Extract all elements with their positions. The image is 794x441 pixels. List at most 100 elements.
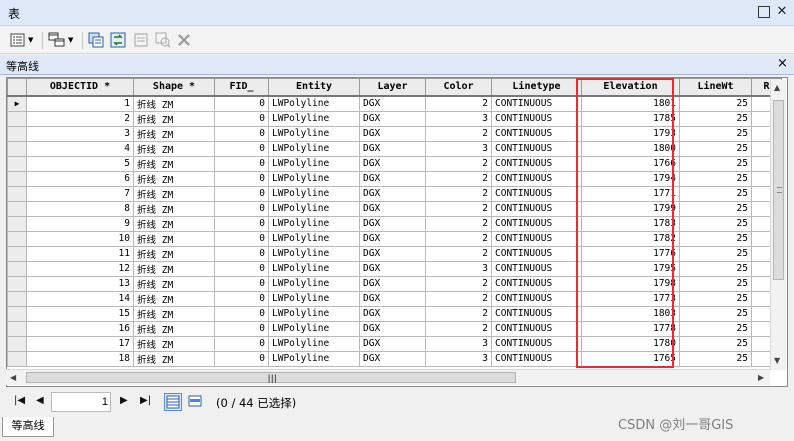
table-cell[interactable]: 2 <box>425 305 492 322</box>
table-cell[interactable]: LWPolyline <box>268 125 360 142</box>
table-cell[interactable]: 1801 <box>581 95 680 112</box>
table-cell[interactable]: 15 <box>26 305 134 322</box>
table-cell[interactable]: CONTINUOUS <box>491 200 582 217</box>
table-cell[interactable]: DGX <box>359 305 426 322</box>
horizontal-scrollbar[interactable]: ◀ ┃┃┃ ▶ <box>6 369 770 385</box>
last-record-icon[interactable]: ▶| <box>140 395 151 406</box>
table-cell[interactable]: CONTINUOUS <box>491 155 582 172</box>
table-cell[interactable]: 2 <box>425 275 492 292</box>
table-cell[interactable]: DGX <box>359 320 426 337</box>
table-cell[interactable]: 1785 <box>581 110 680 127</box>
table-cell[interactable]: 25 <box>679 305 752 322</box>
table-cell[interactable]: 25 <box>679 215 752 232</box>
table-cell[interactable]: 折线 ZM <box>133 110 215 127</box>
table-cell[interactable]: 折线 ZM <box>133 215 215 232</box>
table-row[interactable]: 12 折线 ZM 0 LWPolyline DGX 3 CONTINUOUS 1795 25 <box>7 260 782 277</box>
table-cell[interactable]: 13 <box>26 275 134 292</box>
table-cell[interactable]: 25 <box>679 245 752 262</box>
table-cell[interactable]: 1800 <box>581 140 680 157</box>
table-cell[interactable]: 25 <box>679 125 752 142</box>
table-cell[interactable]: DGX <box>359 95 426 112</box>
table-cell[interactable]: 0 <box>214 275 269 292</box>
table-cell[interactable]: DGX <box>359 275 426 292</box>
table-cell[interactable]: CONTINUOUS <box>491 230 582 247</box>
tab-contour[interactable]: 等高线 <box>6 58 39 74</box>
table-cell[interactable]: 1771 <box>581 185 680 202</box>
row-selector[interactable] <box>7 155 27 172</box>
table-cell[interactable]: 5 <box>26 155 134 172</box>
table-cell[interactable]: LWPolyline <box>268 95 360 112</box>
table-cell[interactable]: 折线 ZM <box>133 245 215 262</box>
table-cell[interactable]: 0 <box>214 350 269 367</box>
table-cell[interactable]: 3 <box>425 350 492 367</box>
table-cell[interactable]: 0 <box>214 95 269 112</box>
zoom-to-selected-button[interactable] <box>155 31 171 49</box>
row-selector[interactable] <box>7 335 27 352</box>
column-header-elevation[interactable]: Elevation <box>581 78 680 97</box>
row-selector[interactable] <box>7 170 27 187</box>
table-cell[interactable]: LWPolyline <box>268 200 360 217</box>
table-cell[interactable]: 0 <box>214 155 269 172</box>
table-cell[interactable]: 0 <box>214 305 269 322</box>
table-cell[interactable]: LWPolyline <box>268 110 360 127</box>
table-cell[interactable]: LWPolyline <box>268 350 360 367</box>
table-cell[interactable]: 10 <box>26 230 134 247</box>
table-cell[interactable]: 25 <box>679 110 752 127</box>
table-cell[interactable]: 25 <box>679 140 752 157</box>
table-cell[interactable]: 1766 <box>581 155 680 172</box>
row-selector[interactable] <box>7 110 27 127</box>
delete-selected-button[interactable] <box>177 31 191 49</box>
table-row[interactable]: 17 折线 ZM 0 LWPolyline DGX 3 CONTINUOUS 1780 25 <box>7 335 782 352</box>
table-cell[interactable]: 25 <box>679 230 752 247</box>
table-cell[interactable]: 折线 ZM <box>133 125 215 142</box>
table-cell[interactable]: DGX <box>359 350 426 367</box>
table-cell[interactable]: DGX <box>359 110 426 127</box>
table-cell[interactable]: LWPolyline <box>268 185 360 202</box>
table-cell[interactable]: 0 <box>214 290 269 307</box>
table-cell[interactable]: DGX <box>359 170 426 187</box>
table-cell[interactable]: DGX <box>359 245 426 262</box>
bottom-tab-contour[interactable]: 等高线 <box>2 417 54 437</box>
table-cell[interactable]: 2 <box>26 110 134 127</box>
table-cell[interactable]: 2 <box>425 170 492 187</box>
table-cell[interactable]: CONTINUOUS <box>491 95 582 112</box>
table-cell[interactable]: 0 <box>214 125 269 142</box>
table-cell[interactable]: 1799 <box>581 200 680 217</box>
row-selector[interactable] <box>7 320 27 337</box>
table-cell[interactable]: 25 <box>679 95 752 112</box>
table-cell[interactable]: 2 <box>425 320 492 337</box>
table-cell[interactable]: 折线 ZM <box>133 260 215 277</box>
table-cell[interactable]: 1795 <box>581 260 680 277</box>
row-selector[interactable] <box>7 350 27 367</box>
table-cell[interactable]: 折线 ZM <box>133 140 215 157</box>
table-cell[interactable]: 25 <box>679 185 752 202</box>
table-cell[interactable]: 1765 <box>581 350 680 367</box>
switch-selection-button[interactable] <box>110 31 126 49</box>
table-row[interactable]: 8 折线 ZM 0 LWPolyline DGX 2 CONTINUOUS 1799 25 <box>7 200 782 217</box>
table-cell[interactable]: 0 <box>214 260 269 277</box>
table-cell[interactable]: LWPolyline <box>268 155 360 172</box>
vertical-scrollbar[interactable]: ▲ ▼ <box>770 80 786 370</box>
table-cell[interactable]: 折线 ZM <box>133 170 215 187</box>
table-cell[interactable]: 7 <box>26 185 134 202</box>
table-cell[interactable]: 2 <box>425 185 492 202</box>
scroll-down-icon[interactable]: ▼ <box>774 356 780 365</box>
table-cell[interactable]: DGX <box>359 335 426 352</box>
table-cell[interactable]: DGX <box>359 230 426 247</box>
row-selector[interactable] <box>7 140 27 157</box>
table-cell[interactable]: 0 <box>214 185 269 202</box>
table-cell[interactable]: 0 <box>214 335 269 352</box>
current-record-input[interactable]: 1 <box>51 392 111 412</box>
table-row[interactable]: 6 折线 ZM 0 LWPolyline DGX 2 CONTINUOUS 1794 25 <box>7 170 782 187</box>
table-cell[interactable]: 0 <box>214 215 269 232</box>
table-cell[interactable]: 25 <box>679 200 752 217</box>
table-row[interactable]: 5 折线 ZM 0 LWPolyline DGX 2 CONTINUOUS 1766 25 <box>7 155 782 172</box>
table-cell[interactable]: DGX <box>359 155 426 172</box>
table-cell[interactable]: LWPolyline <box>268 215 360 232</box>
table-cell[interactable]: LWPolyline <box>268 230 360 247</box>
table-cell[interactable]: 2 <box>425 125 492 142</box>
table-cell[interactable]: 16 <box>26 320 134 337</box>
table-cell[interactable]: 2 <box>425 290 492 307</box>
column-header[interactable]: OBJECTID * <box>26 78 134 97</box>
row-selector[interactable] <box>7 185 27 202</box>
